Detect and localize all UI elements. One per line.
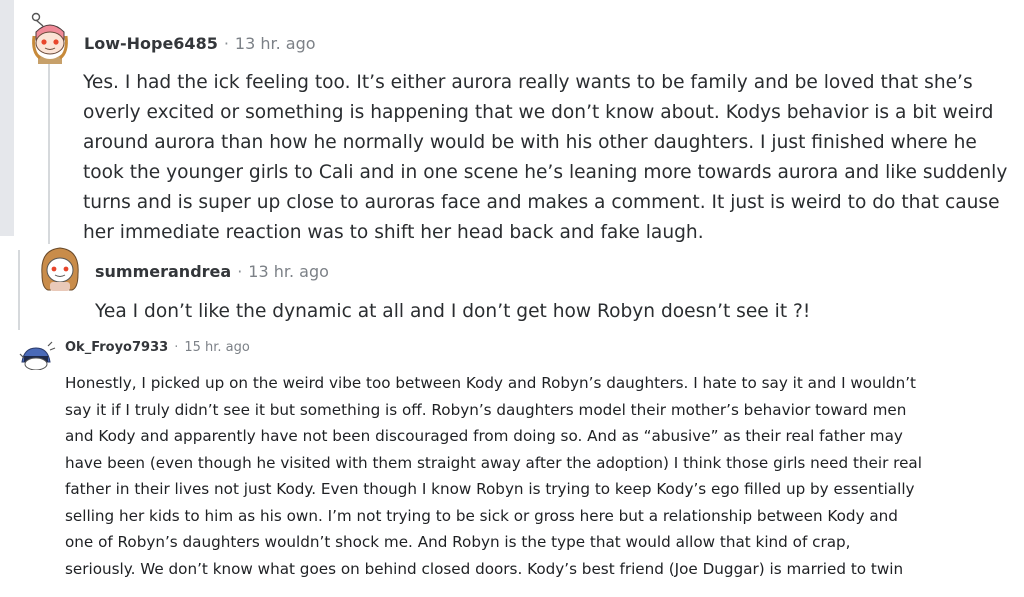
meta-separator: · — [174, 340, 179, 355]
comment-meta: Low-Hope6485 · 13 hr. ago — [84, 34, 316, 53]
comment-meta: Ok_Froyo7933 · 15 hr. ago — [65, 340, 250, 355]
comment-timestamp[interactable]: 15 hr. ago — [184, 340, 250, 355]
snoo-avatar-brown-hair-icon[interactable] — [38, 244, 82, 292]
comment-username[interactable]: Low-Hope6485 — [84, 34, 218, 53]
comment-meta: summerandrea · 13 hr. ago — [95, 262, 329, 281]
comment-thread: Low-Hope6485 · 13 hr. ago Yes. I had the… — [0, 0, 1024, 597]
comment-body: Yea I don’t like the dynamic at all and … — [95, 301, 811, 322]
snoo-avatar-blue-icon[interactable] — [18, 340, 56, 370]
comment-timestamp[interactable]: 13 hr. ago — [248, 262, 329, 281]
meta-separator: · — [223, 34, 229, 53]
comment-body: Honestly, I picked up on the weird vibe … — [65, 374, 922, 578]
thread-collapse-line[interactable] — [48, 62, 50, 244]
thread-collapse-line[interactable] — [18, 250, 20, 330]
comment-timestamp[interactable]: 13 hr. ago — [235, 34, 316, 53]
comment-body: Yes. I had the ick feeling too. It’s eit… — [83, 72, 1008, 243]
snoo-avatar-pink-hat-icon[interactable] — [30, 12, 70, 64]
comment-username[interactable]: Ok_Froyo7933 — [65, 340, 168, 355]
comment-username[interactable]: summerandrea — [95, 262, 231, 281]
parent-thread-bar[interactable] — [0, 0, 14, 236]
meta-separator: · — [237, 262, 243, 281]
